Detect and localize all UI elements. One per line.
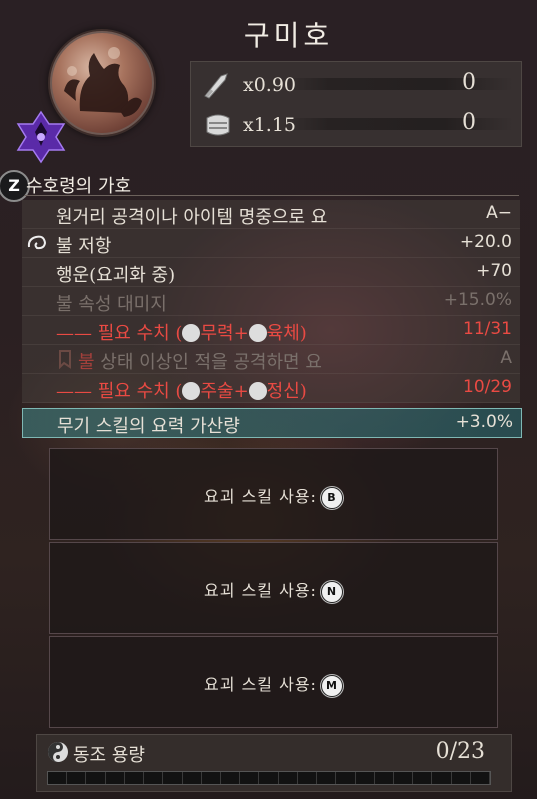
gauge-segment bbox=[144, 772, 164, 784]
requirement-text: —— 필요 수치 (주술+ 정신) bbox=[56, 381, 307, 402]
n-key-icon: N bbox=[320, 581, 343, 603]
requirement-row: —— 필요 수치 (무력+ 육체) 11/31 bbox=[22, 316, 520, 345]
defense-stat-row: x1.15 0 bbox=[191, 104, 521, 144]
gauge-segment bbox=[106, 772, 125, 784]
bonus-text: 행운(요괴화 중) bbox=[56, 265, 176, 286]
skill-slot-label: 요괴 스킬 사용: bbox=[204, 487, 317, 506]
bonus-value: A bbox=[500, 348, 512, 368]
bonus-value: +15.0% bbox=[443, 290, 512, 310]
gauge-segment bbox=[240, 772, 260, 784]
bonus-value: +70 bbox=[476, 261, 512, 281]
skill-slot-label: 요괴 스킬 사용: bbox=[204, 675, 317, 694]
bonus-text: 불 속성 대미지 bbox=[56, 294, 167, 315]
requirement-row: —— 필요 수치 (주술+ 정신) 10/29 bbox=[22, 374, 520, 403]
bonus-row-selected[interactable]: 무기 스킬의 요력 가산량 +3.0% bbox=[22, 408, 522, 438]
bonus-text: 불 상태 이상인 적을 공격하면 요 bbox=[78, 352, 322, 373]
requirement-text: —— 필요 수치 (무력+ 육체) bbox=[56, 323, 307, 344]
bonus-text: 원거리 공격이나 아이템 명중으로 요 bbox=[56, 207, 328, 228]
gauge-segment bbox=[413, 772, 433, 784]
gauge-segment bbox=[317, 772, 337, 784]
fire-resist-icon bbox=[26, 233, 48, 258]
yokai-skill-slot[interactable]: 요괴 스킬 사용: B bbox=[49, 448, 498, 540]
bonus-text: 무기 스킬의 요력 가산량 bbox=[57, 416, 240, 437]
gauge-segment bbox=[163, 772, 183, 784]
gauge-segment bbox=[125, 772, 145, 784]
bonus-value: +3.0% bbox=[455, 412, 513, 432]
section-divider bbox=[24, 195, 519, 196]
gauge-segment bbox=[452, 772, 471, 784]
gauge-segment bbox=[394, 772, 414, 784]
attack-multiplier: x0.90 bbox=[243, 74, 297, 96]
bonus-value: +20.0 bbox=[459, 232, 512, 252]
defense-multiplier: x1.15 bbox=[243, 114, 297, 136]
m-key-icon: M bbox=[320, 675, 343, 697]
gauge-segment bbox=[432, 772, 452, 784]
sync-icon bbox=[47, 741, 69, 767]
bonus-row[interactable]: 원거리 공격이나 아이템 명중으로 요 A− bbox=[22, 200, 520, 229]
gauge-segment bbox=[356, 772, 375, 784]
requirement-value: 10/29 bbox=[463, 377, 512, 397]
yokai-skill-slot[interactable]: 요괴 스킬 사용: M bbox=[49, 636, 498, 728]
gauge-segment bbox=[202, 772, 221, 784]
gauge-segment bbox=[471, 772, 491, 784]
sword-icon bbox=[201, 70, 235, 104]
sync-capacity-gauge bbox=[47, 771, 491, 785]
sync-capacity-panel: 동조 용량 0/23 bbox=[36, 734, 512, 792]
gauge-segment bbox=[183, 772, 202, 784]
armor-icon bbox=[201, 110, 235, 144]
attack-value: 0 bbox=[462, 70, 476, 95]
clan-badge-icon bbox=[14, 110, 68, 168]
bonus-row[interactable]: 행운(요괴화 중) +70 bbox=[22, 258, 520, 287]
gauge-segment bbox=[48, 772, 68, 784]
gauge-segment bbox=[86, 772, 106, 784]
spirit-icon bbox=[248, 382, 267, 400]
body-icon bbox=[248, 324, 267, 342]
status-icon bbox=[58, 349, 72, 374]
gauge-segment bbox=[375, 772, 394, 784]
strength-icon bbox=[182, 324, 201, 342]
yokai-skill-slot[interactable]: 요괴 스킬 사용: N bbox=[49, 542, 498, 634]
gauge-segment bbox=[279, 772, 298, 784]
b-key-icon: B bbox=[320, 487, 343, 509]
defense-value: 0 bbox=[462, 110, 476, 135]
gauge-segment bbox=[259, 772, 279, 784]
equipment-stats-panel: x0.90 0 x1.15 0 bbox=[190, 61, 522, 147]
gauge-segment bbox=[67, 772, 87, 784]
magic-icon bbox=[182, 382, 201, 400]
skill-slot-label: 요괴 스킬 사용: bbox=[204, 581, 317, 600]
sync-capacity-value: 0/23 bbox=[435, 739, 485, 764]
bonus-text: 불 저항 bbox=[56, 236, 112, 257]
gauge-segment bbox=[221, 772, 241, 784]
gauge-segment bbox=[298, 772, 318, 784]
bonus-row[interactable]: 불 저항 +20.0 bbox=[22, 229, 520, 258]
bonus-value: A− bbox=[486, 203, 512, 223]
requirement-value: 11/31 bbox=[463, 319, 512, 339]
bonus-row[interactable]: 불 속성 대미지 +15.0% bbox=[22, 287, 520, 316]
bonus-row[interactable]: 불 상태 이상인 적을 공격하면 요 A bbox=[22, 345, 520, 374]
sync-capacity-label: 동조 용량 bbox=[73, 745, 145, 766]
gauge-segment bbox=[336, 772, 356, 784]
attack-stat-row: x0.90 0 bbox=[191, 64, 521, 104]
